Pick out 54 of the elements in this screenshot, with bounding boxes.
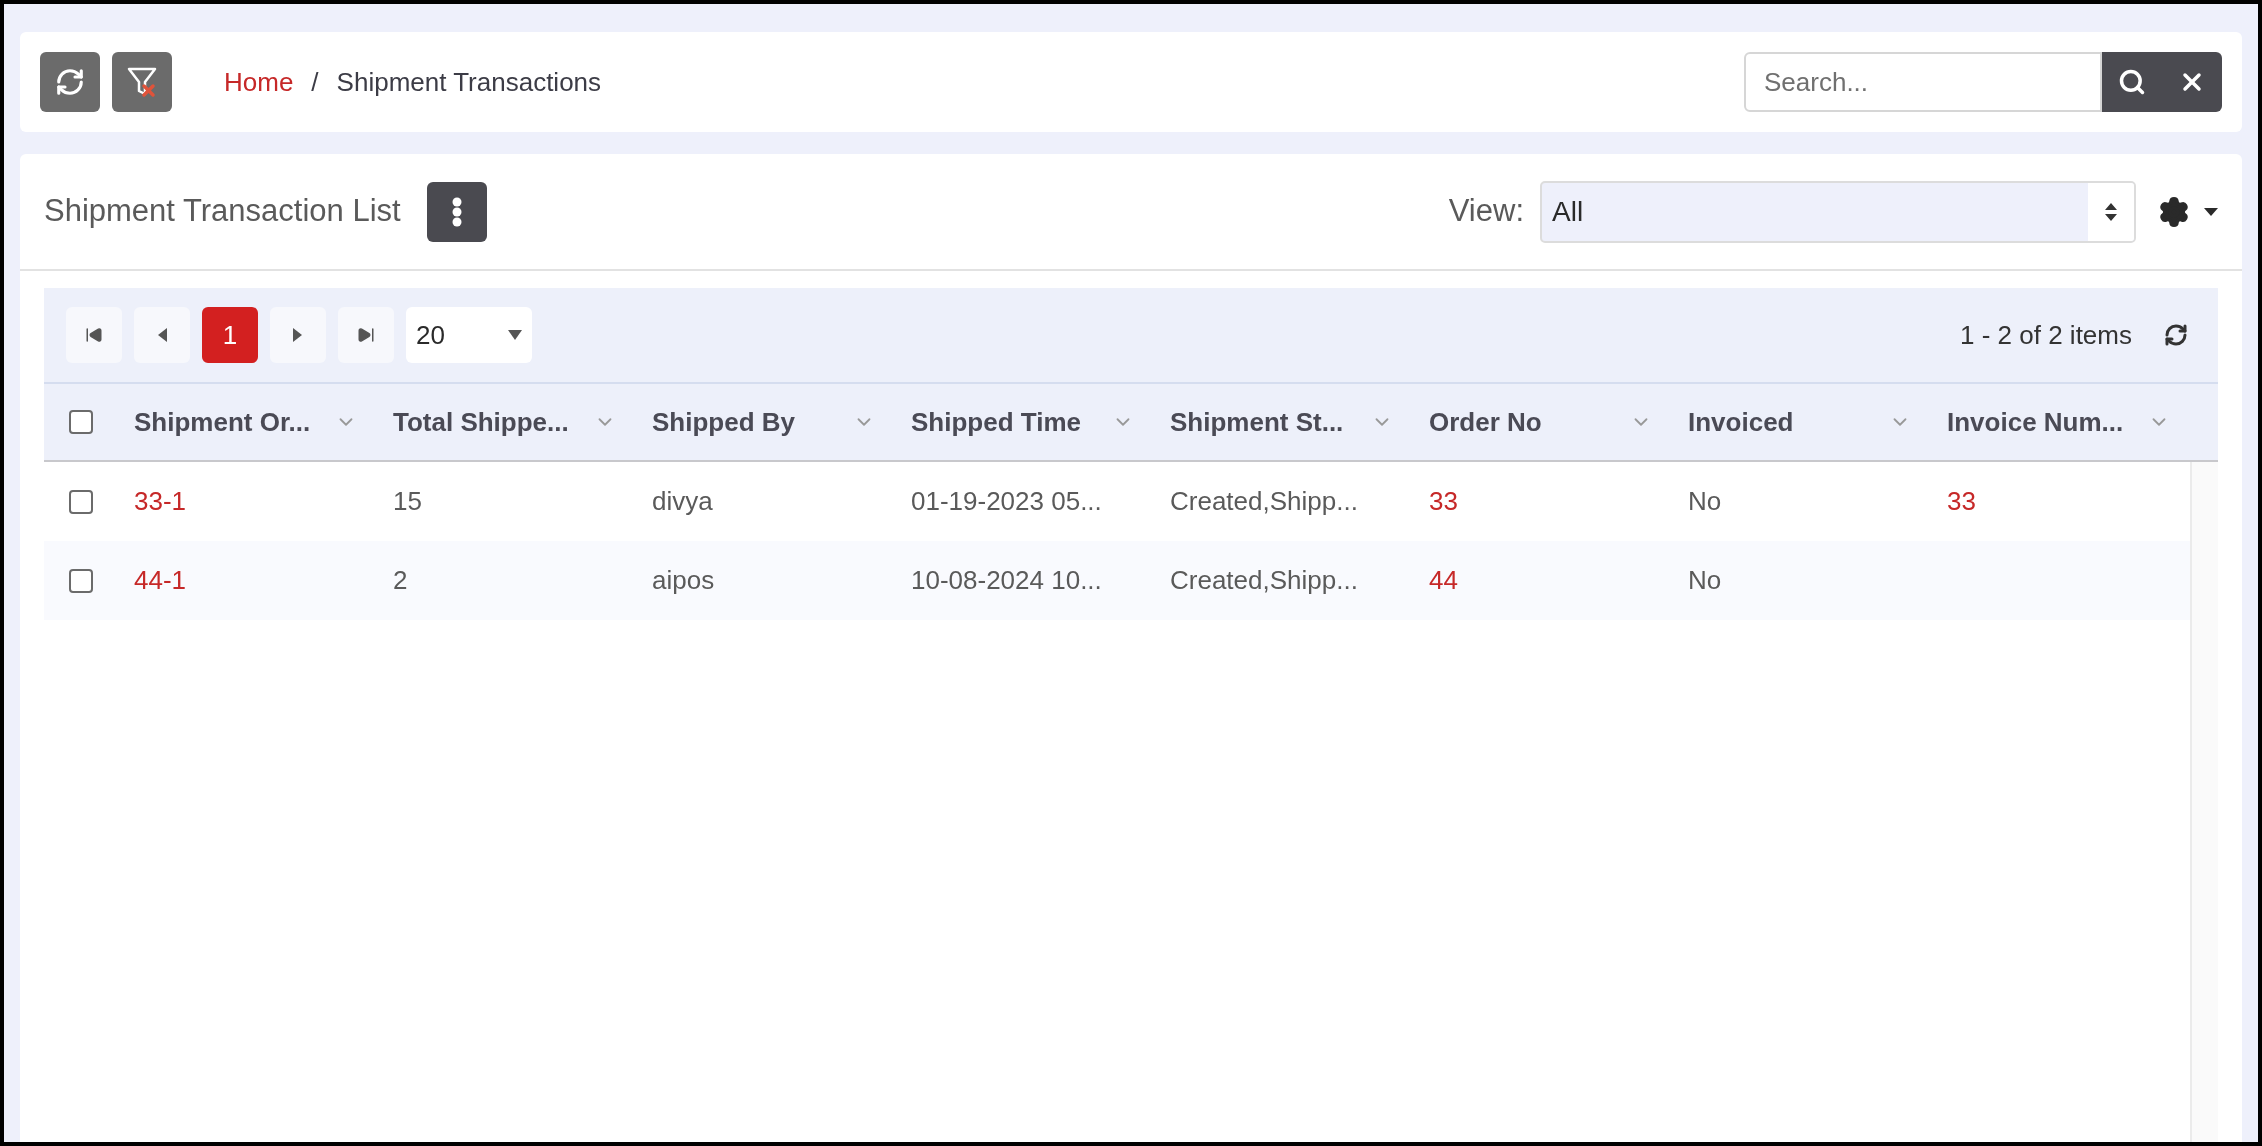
- clear-filter-button[interactable]: [112, 52, 172, 112]
- table-cell: 15: [393, 486, 422, 516]
- table-cell: 2: [393, 565, 408, 595]
- column-header[interactable]: Total Shippe...: [377, 402, 636, 442]
- refresh-icon: [55, 67, 85, 97]
- table-cell: No: [1688, 565, 1722, 595]
- search-icon: [2118, 68, 2146, 96]
- table-cell: aipos: [652, 565, 715, 595]
- next-page-icon: [292, 327, 304, 343]
- breadcrumb-link[interactable]: Home: [224, 62, 294, 102]
- search-field[interactable]: Search...: [1744, 52, 2102, 112]
- table-link[interactable]: 44: [1429, 565, 1458, 595]
- more-icon: [451, 196, 462, 227]
- caret-icon: [2204, 207, 2218, 216]
- refresh-button[interactable]: [40, 52, 100, 112]
- refresh-icon: [2164, 323, 2188, 347]
- settings-button[interactable]: [2158, 195, 2218, 228]
- table-cell: Created,Shipp...: [1170, 486, 1358, 516]
- checkbox[interactable]: [69, 568, 93, 593]
- table-cell: 10-08-2024 10...: [911, 565, 1102, 595]
- checkbox[interactable]: [69, 410, 93, 434]
- table-link[interactable]: 33-1: [134, 486, 187, 516]
- caret-icon: [508, 330, 522, 340]
- last-page-icon: [357, 326, 375, 344]
- table-cell: divya: [652, 486, 713, 516]
- first-page-icon: [85, 326, 103, 344]
- reload-button[interactable]: [2164, 323, 2188, 347]
- table-cell: Created,Shipp...: [1170, 565, 1358, 595]
- table-link[interactable]: 44-1: [134, 565, 187, 595]
- table-link[interactable]: 33: [1429, 486, 1458, 516]
- filter-clear-icon: [127, 66, 157, 98]
- page-button[interactable]: 1: [202, 307, 258, 363]
- view-select[interactable]: All: [1540, 180, 2136, 243]
- column-header[interactable]: Invoiced: [1672, 402, 1931, 442]
- first-page-button[interactable]: [66, 307, 122, 363]
- column-header[interactable]: Shipment St...: [1154, 402, 1413, 442]
- column-header[interactable]: Shipment Or...: [118, 402, 377, 442]
- more-options-button[interactable]: [426, 181, 487, 242]
- previous-page-icon: [156, 327, 168, 343]
- last-page-button[interactable]: [338, 307, 394, 363]
- table-cell: 01-19-2023 05...: [911, 486, 1102, 516]
- checkbox[interactable]: [69, 489, 93, 514]
- view-label: View:: [1448, 192, 1524, 231]
- column-header[interactable]: Order No: [1413, 402, 1672, 442]
- items-count: 1 - 2 of 2 items: [1960, 318, 2132, 352]
- page-size-select[interactable]: 20: [406, 307, 532, 363]
- column-header[interactable]: Shipped Time: [895, 402, 1154, 442]
- breadcrumb-current: Shipment Transactions: [336, 65, 602, 99]
- list-title: Shipment Transaction List: [44, 192, 401, 231]
- column-header[interactable]: Shipped By: [636, 402, 895, 442]
- table-link[interactable]: 33: [1947, 486, 1976, 516]
- table-cell: No: [1688, 486, 1722, 516]
- breadcrumb-separator: /: [311, 65, 319, 99]
- column-header[interactable]: Invoice Num...: [1931, 402, 2190, 442]
